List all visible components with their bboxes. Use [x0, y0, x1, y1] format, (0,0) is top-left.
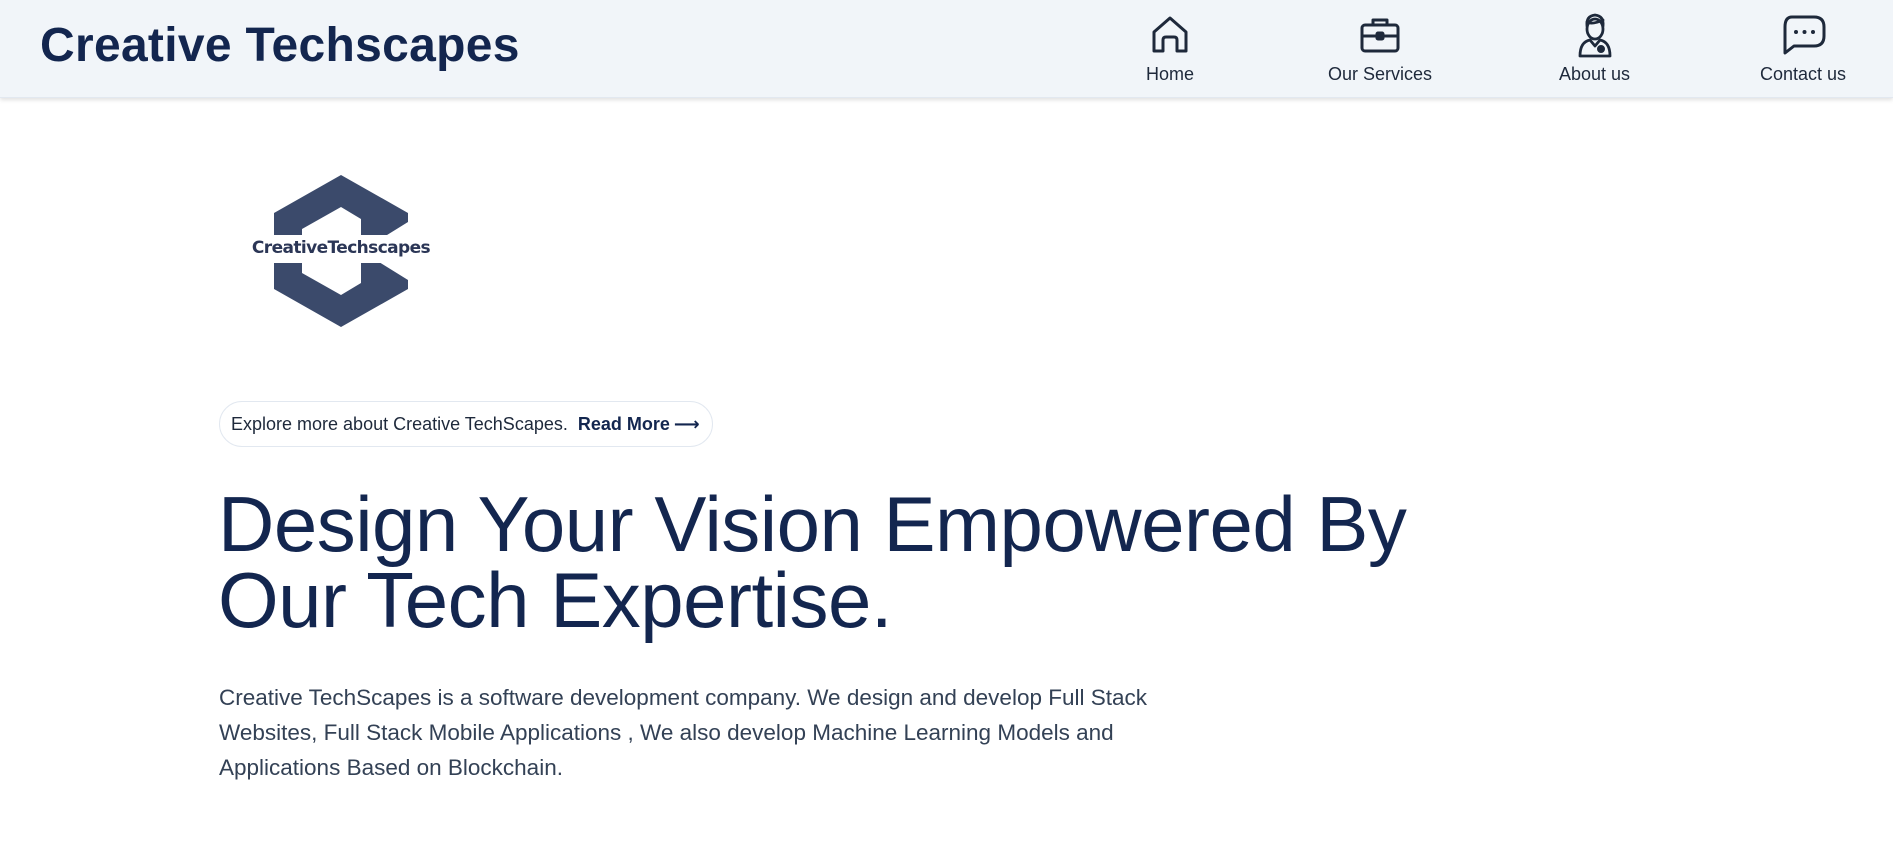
company-logo: CreativeTechscapes — [238, 172, 444, 332]
hero-headline: Design Your Vision Empowered By Our Tech… — [218, 485, 1468, 639]
headline-line-1: Design Your Vision Empowered By — [218, 480, 1407, 568]
arrow-right-icon[interactable]: ⟶ — [674, 414, 700, 435]
nav-contact-us[interactable]: Contact us — [1760, 12, 1846, 85]
read-more-link[interactable]: Read More — [578, 414, 670, 435]
explore-more-pill: Explore more about Creative TechScapes. … — [219, 401, 713, 447]
top-navbar: Creative Techscapes Home Our Services Ab… — [0, 0, 1893, 98]
nav-our-services[interactable]: Our Services — [1328, 12, 1432, 85]
chat-bubble-icon — [1783, 15, 1826, 55]
nav-about-us[interactable]: About us — [1559, 12, 1630, 85]
home-icon — [1152, 16, 1188, 53]
nav-home[interactable]: Home — [1146, 12, 1194, 85]
briefcase-icon — [1360, 18, 1400, 53]
headline-line-2: Our Tech Expertise. — [218, 556, 893, 644]
nav-contact-us-label: Contact us — [1760, 64, 1847, 84]
nav-home-label: Home — [1146, 64, 1195, 84]
person-icon — [1578, 13, 1611, 58]
hero-description: Creative TechScapes is a software develo… — [219, 685, 1148, 780]
logo-wordmark: CreativeTechscapes — [251, 238, 431, 258]
nav-our-services-label: Our Services — [1328, 64, 1433, 84]
pill-text: Explore more about Creative TechScapes. — [231, 413, 568, 434]
nav-about-us-label: About us — [1559, 64, 1631, 84]
brand-title[interactable]: Creative Techscapes — [40, 18, 520, 73]
